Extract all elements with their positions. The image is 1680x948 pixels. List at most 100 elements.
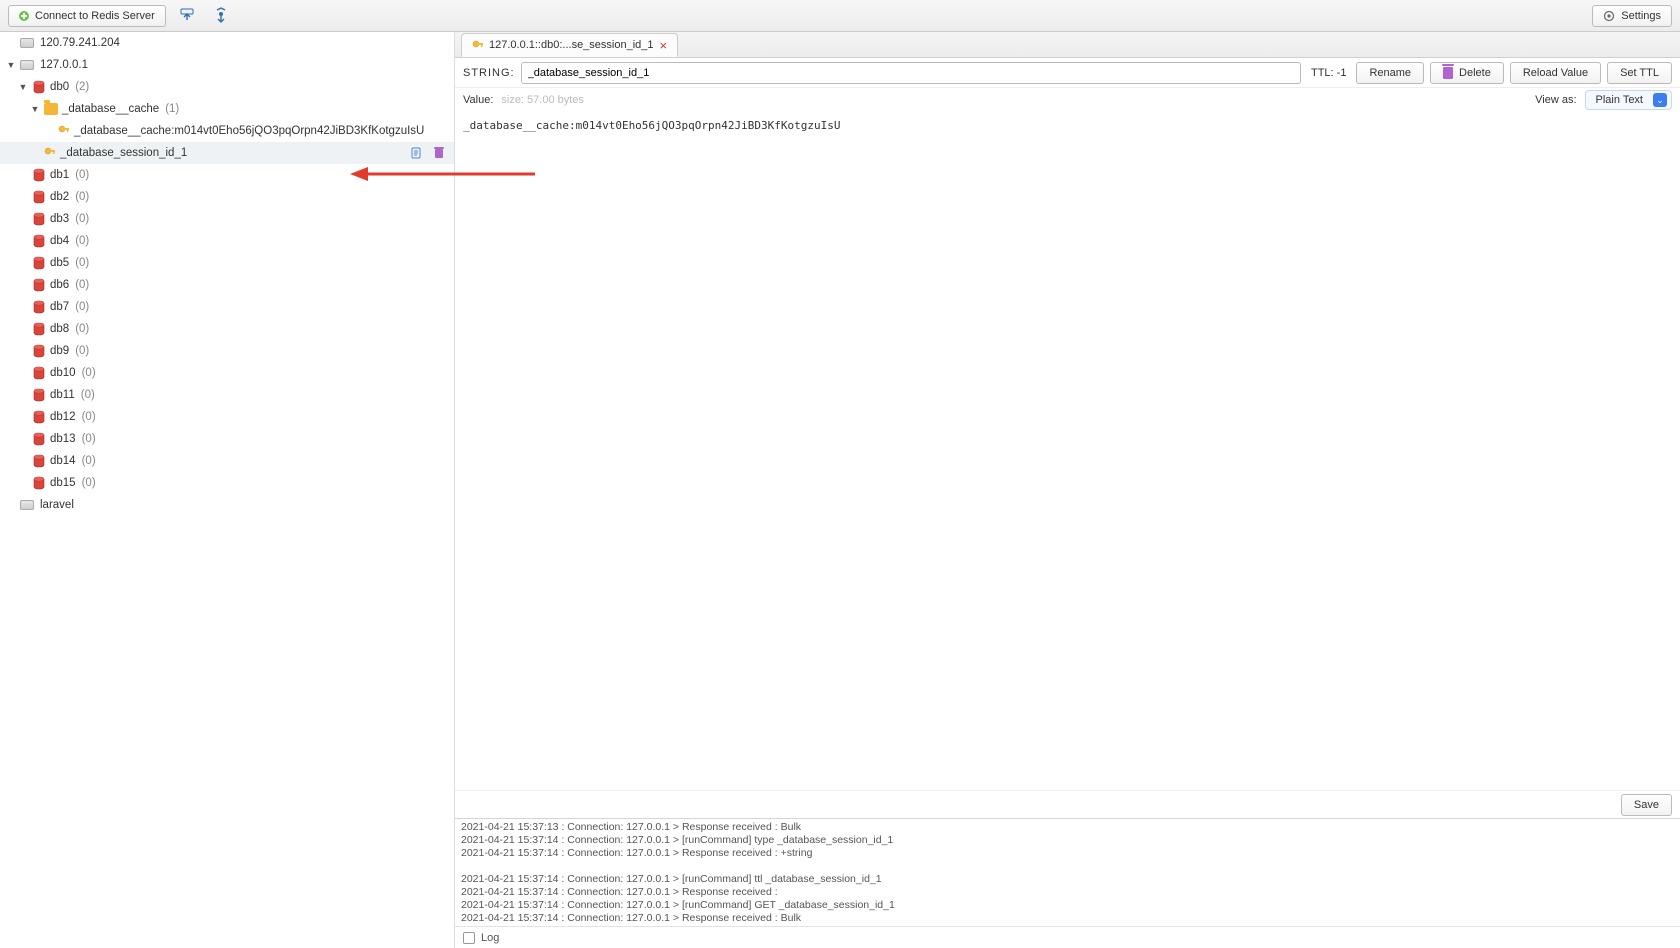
db-count: (0) (75, 279, 89, 291)
database-icon (32, 344, 46, 358)
db-item[interactable]: db10 (0) (0, 362, 454, 384)
db-item[interactable]: db4 (0) (0, 230, 454, 252)
server-item[interactable]: laravel (0, 494, 454, 516)
trash-icon (1443, 67, 1453, 79)
save-button[interactable]: Save (1621, 794, 1672, 816)
db-item[interactable]: db6 (0) (0, 274, 454, 296)
database-icon (32, 366, 46, 380)
db-label: db0 (50, 81, 69, 93)
import-icon (179, 7, 195, 25)
import-button[interactable] (174, 5, 200, 27)
db-count: (0) (75, 257, 89, 269)
db-label: db14 (50, 455, 76, 467)
server-icon (20, 60, 34, 70)
set-ttl-button[interactable]: Set TTL (1607, 62, 1672, 84)
db-item[interactable]: db2 (0) (0, 186, 454, 208)
db-item[interactable]: db1(0) (0, 164, 454, 186)
database-icon (32, 322, 46, 336)
database-icon (32, 476, 46, 490)
db-item[interactable]: db3(0) (0, 208, 454, 230)
db-item[interactable]: db9 (0) (0, 340, 454, 362)
value-label: Value: (463, 94, 493, 106)
connect-button[interactable]: Connect to Redis Server (8, 5, 166, 27)
db-label: db1 (50, 169, 69, 181)
database-icon (32, 454, 46, 468)
log-output[interactable]: 2021-04-21 15:37:13 : Connection: 127.0.… (455, 819, 1680, 926)
db-count: (0) (81, 389, 95, 401)
db-label: db6 (50, 279, 69, 291)
export-button[interactable] (208, 5, 234, 27)
key-item-selected[interactable]: _database_session_id_1 (0, 142, 454, 164)
value-meta-row: Value: size: 57.00 bytes View as: Plain … (455, 88, 1680, 112)
db-label: db2 (50, 191, 69, 203)
db-label: db15 (50, 477, 76, 489)
db-item[interactable]: db11(0) (0, 384, 454, 406)
value-textarea[interactable]: _database__cache:m014vt0Eho56jQO3pqOrpn4… (455, 112, 1680, 790)
tab[interactable]: 127.0.0.1::db0:...se_session_id_1 × (461, 33, 678, 57)
database-icon (32, 278, 46, 292)
key-name: _database_session_id_1 (60, 147, 187, 159)
db-item[interactable]: db8 (0) (0, 318, 454, 340)
db-count: (2) (75, 81, 89, 93)
log-footer: Log (455, 926, 1680, 948)
db-item[interactable]: db12(0) (0, 406, 454, 428)
db-label: db4 (50, 235, 69, 247)
db-count: (0) (82, 433, 96, 445)
db-count: (0) (75, 191, 89, 203)
key-name-input[interactable] (521, 62, 1301, 84)
log-checkbox[interactable] (463, 932, 475, 944)
viewas-select[interactable]: Plain Text ⌄ (1585, 90, 1673, 110)
server-host: 127.0.0.1 (40, 59, 88, 71)
export-icon (213, 7, 229, 25)
edit-icon[interactable] (410, 146, 424, 160)
folder-count: (1) (165, 103, 179, 115)
connect-label: Connect to Redis Server (35, 10, 155, 22)
key-icon (44, 147, 56, 159)
caret-down-icon: ▼ (30, 104, 40, 114)
db-item[interactable]: ▼ db0 (2) (0, 76, 454, 98)
trash-icon[interactable] (432, 146, 446, 160)
db-count: (0) (82, 367, 96, 379)
close-icon[interactable]: × (660, 39, 668, 52)
server-item[interactable]: 120.79.241.204 (0, 32, 454, 54)
db-item[interactable]: db13 (0) (0, 428, 454, 450)
folder-name: _database__cache (62, 103, 159, 115)
type-label: STRING: (463, 67, 515, 79)
db-item[interactable]: db5 (0) (0, 252, 454, 274)
db-count: (0) (75, 301, 89, 313)
reload-button[interactable]: Reload Value (1510, 62, 1601, 84)
db-label: db8 (50, 323, 69, 335)
key-icon (58, 125, 70, 137)
db-item[interactable]: db15(0) (0, 472, 454, 494)
db-count: (0) (75, 235, 89, 247)
database-icon (32, 388, 46, 402)
viewas-label: View as: (1535, 94, 1576, 106)
folder-item[interactable]: ▼ _database__cache (1) (0, 98, 454, 120)
database-icon (32, 256, 46, 270)
server-host: 120.79.241.204 (40, 37, 120, 49)
db-label: db9 (50, 345, 69, 357)
database-icon (32, 234, 46, 248)
sidebar: 120.79.241.204 ▼ 127.0.0.1 ▼ db0 (2) ▼ _… (0, 32, 455, 948)
key-icon (472, 40, 483, 51)
caret-down-icon: ▼ (18, 82, 28, 92)
value-size: size: 57.00 bytes (501, 94, 584, 106)
key-item[interactable]: _database__cache:m014vt0Eho56jQO3pqOrpn4… (0, 120, 454, 142)
db-count: (0) (75, 345, 89, 357)
content-pane: 127.0.0.1::db0:...se_session_id_1 × STRI… (455, 32, 1680, 948)
viewas-value: Plain Text (1596, 94, 1644, 106)
settings-button[interactable]: Settings (1592, 5, 1672, 27)
server-item[interactable]: ▼ 127.0.0.1 (0, 54, 454, 76)
delete-button[interactable]: Delete (1430, 62, 1504, 84)
db-item[interactable]: db7(0) (0, 296, 454, 318)
db-label: db13 (50, 433, 76, 445)
db-label: db5 (50, 257, 69, 269)
db-count: (0) (75, 323, 89, 335)
database-icon (32, 432, 46, 446)
rename-button[interactable]: Rename (1356, 62, 1424, 84)
database-icon (32, 212, 46, 226)
tab-title: 127.0.0.1::db0:...se_session_id_1 (489, 39, 654, 51)
server-host: laravel (40, 499, 74, 511)
db-label: db10 (50, 367, 76, 379)
db-item[interactable]: db14(0) (0, 450, 454, 472)
